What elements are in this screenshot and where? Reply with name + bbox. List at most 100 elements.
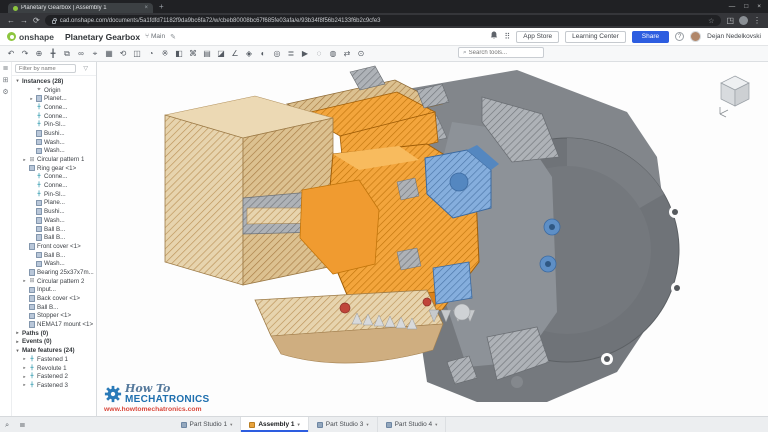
measure-icon[interactable]: ∠ [228,47,242,60]
tree-row[interactable]: Ball B... [12,303,96,312]
animate-icon[interactable]: ▶ [298,47,312,60]
tab-menu-caret-icon[interactable]: ▾ [435,422,437,428]
tab-menu-caret-icon[interactable]: ▾ [366,422,368,428]
tree-row[interactable]: Conne... [12,112,96,121]
display-states-icon[interactable]: ◧ [172,47,186,60]
browser-profile-avatar[interactable] [739,16,748,25]
tree-row[interactable]: ▾ Mate features (24) [12,346,96,355]
rename-pencil-icon[interactable]: ✎ [170,33,176,41]
tree-row[interactable]: ▸ Circular pattern 1 [12,155,96,164]
tree-row[interactable]: Ring gear <1> [12,164,96,173]
undo-icon[interactable]: ↶ [4,47,18,60]
tree-row[interactable]: Bushi... [12,207,96,216]
tree-row[interactable]: Conne... [12,181,96,190]
replicate-icon[interactable]: ◫ [130,47,144,60]
tree-row[interactable]: Conne... [12,103,96,112]
tree-row[interactable]: ▸ Paths (0) [12,329,96,338]
tree-row[interactable]: Wash... [12,216,96,225]
view-cube[interactable] [712,70,758,120]
tree-filter-input[interactable] [15,64,76,73]
bom-icon[interactable]: ≣ [284,47,298,60]
mass-properties-icon[interactable]: ◈ [242,47,256,60]
notifications-bell-icon[interactable] [490,31,498,42]
snapshot-icon[interactable]: ◔ [144,47,158,60]
tree-row[interactable]: Front cover <1> [12,242,96,251]
reload-icon[interactable]: ⟳ [33,17,40,25]
group-icon[interactable]: ⧉ [60,47,74,60]
tree-caret-icon[interactable]: ▸ [15,339,20,345]
tree-row[interactable]: Plane... [12,199,96,208]
linear-pattern-icon[interactable]: ▦ [102,47,116,60]
forward-icon[interactable]: → [20,17,28,25]
onshape-logo[interactable]: onshape [7,32,54,42]
relation-icon[interactable]: ∞ [74,47,88,60]
apps-grid-icon[interactable]: ⠿ [504,33,510,41]
mate-connector-icon[interactable]: ⌖ [88,47,102,60]
learning-center-button[interactable]: Learning Center [565,31,626,43]
tree-row[interactable]: Origin [12,86,96,95]
url-field[interactable]: cad.onshape.com/documents/5a1fdfd71182f9… [45,15,722,26]
appearance-icon[interactable]: ◐ [256,47,270,60]
mate-icon[interactable]: ╋ [46,47,60,60]
redo-icon[interactable]: ↷ [18,47,32,60]
tree-row[interactable]: Wash... [12,259,96,268]
tree-row[interactable]: ▸ Planet... [12,94,96,103]
tree-row[interactable]: Bearing 25x37x7m... [12,268,96,277]
tab-search-icon[interactable]: ⌕ [0,417,14,432]
tree-row[interactable]: Pin-Sl... [12,190,96,199]
branch-indicator[interactable]: ⑂ Main [145,33,165,40]
tab-menu-caret-icon[interactable]: ▾ [297,422,299,428]
share-button[interactable]: Share [632,31,669,43]
section-view-icon[interactable]: ◪ [214,47,228,60]
tree-row[interactable]: ▸ Fastened 1 [12,355,96,364]
help-icon[interactable]: ? [675,32,684,41]
transform-icon[interactable]: ⇄ [340,47,354,60]
tree-row[interactable]: Conne... [12,173,96,182]
document-tab[interactable]: Part Studio 4 ▾ [378,417,447,432]
document-title[interactable]: Planetary Gearbox [65,32,140,42]
search-tools-input[interactable] [469,50,539,56]
hide-icon[interactable]: ◍ [326,47,340,60]
back-icon[interactable]: ← [7,17,15,25]
tree-row[interactable]: ▸ Circular pattern 2 [12,277,96,286]
tree-caret-icon[interactable]: ▸ [22,382,27,388]
browser-menu-icon[interactable]: ⋮ [753,17,761,25]
tree-caret-icon[interactable]: ▸ [22,278,27,284]
tree-row[interactable]: ▸ Fastened 2 [12,372,96,381]
maximize-icon[interactable]: □ [744,3,748,10]
center-of-mass-icon[interactable]: ⊙ [354,47,368,60]
close-window-icon[interactable]: × [757,3,761,10]
tab-manager-icon[interactable]: ≣ [14,417,30,432]
circular-pattern-icon[interactable]: ⟲ [116,47,130,60]
hole-icon[interactable]: ◎ [270,47,284,60]
tree-row[interactable]: Back cover <1> [12,294,96,303]
user-avatar[interactable] [690,31,701,42]
tree-row[interactable]: ▾ Instances (28) [12,77,96,86]
app-store-button[interactable]: App Store [516,31,559,43]
tree-caret-icon[interactable]: ▸ [15,330,20,336]
features-panel-icon[interactable]: ⊞ [3,77,9,84]
tab-menu-caret-icon[interactable]: ▾ [230,422,232,428]
tree-caret-icon[interactable]: ▸ [29,96,34,102]
tree-row[interactable]: Ball B... [12,251,96,260]
tree-row[interactable]: Pin-Sl... [12,120,96,129]
document-tab[interactable]: Part Studio 1 ▾ [173,417,242,432]
tree-row[interactable]: ▸ Revolute 1 [12,364,96,373]
tree-row[interactable]: NEMA17 mount <1> [12,320,96,329]
close-tab-icon[interactable]: × [144,5,148,11]
tree-caret-icon[interactable]: ▸ [22,374,27,380]
tree-row[interactable]: ▸ Fastened 3 [12,381,96,390]
extensions-icon[interactable]: ◳ [726,17,734,25]
instances-panel-icon[interactable]: ≣ [3,65,9,72]
isolate-icon[interactable]: ◌ [312,47,326,60]
tree-caret-icon[interactable]: ▸ [22,365,27,371]
tree-caret-icon[interactable]: ▸ [22,157,27,163]
tree-caret-icon[interactable]: ▸ [22,356,27,362]
tree-row[interactable]: Bushi... [12,129,96,138]
tree-row[interactable]: ▸ Events (0) [12,338,96,347]
tree-caret-icon[interactable]: ▾ [15,78,20,84]
tree-row[interactable]: Ball B... [12,225,96,234]
document-tab[interactable]: Part Studio 3 ▾ [309,417,378,432]
bookmark-star-icon[interactable]: ☆ [708,17,714,25]
tree-row[interactable]: Stopper <1> [12,312,96,321]
